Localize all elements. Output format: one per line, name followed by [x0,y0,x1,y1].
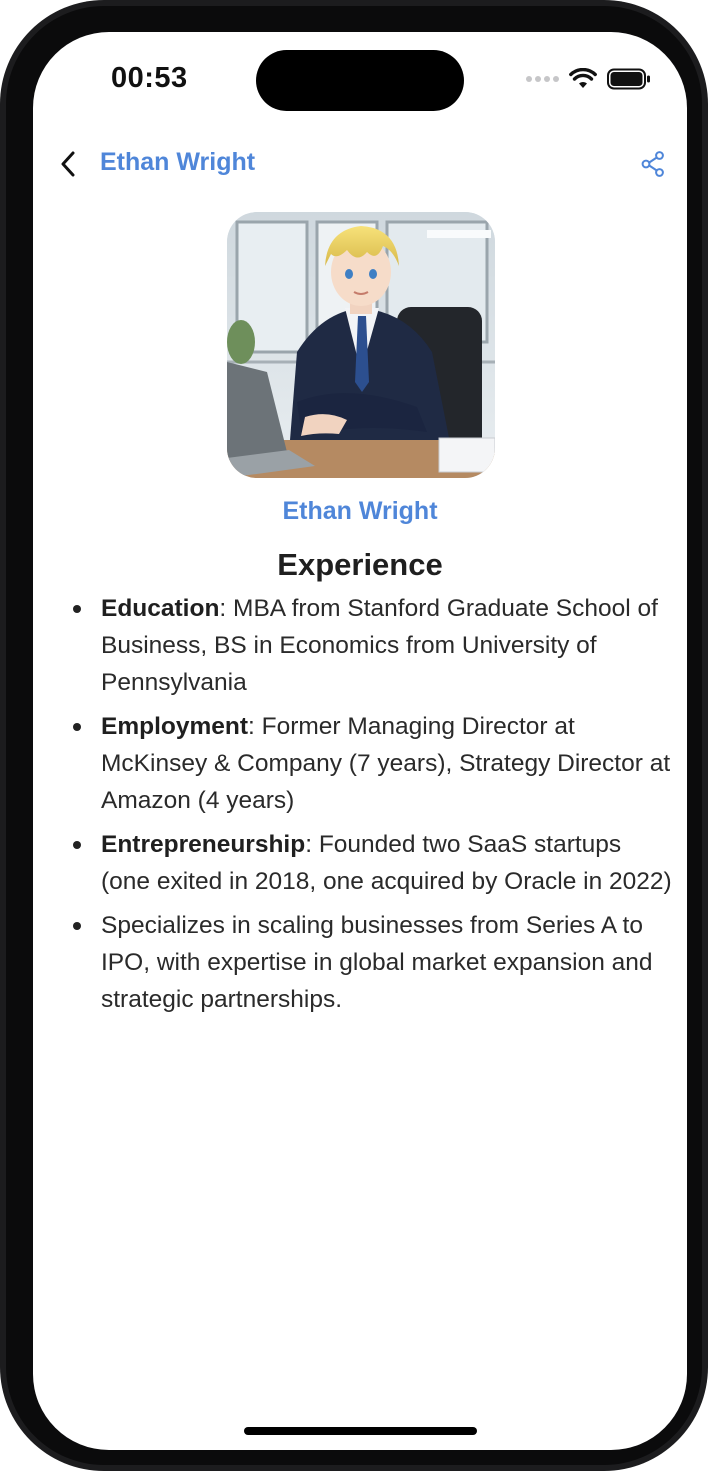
profile-photo [227,212,495,478]
nav-title: Ethan Wright [100,148,256,176]
app-screen: 00:53 Ethan Wright Ethan Wright Experien… [33,32,687,1450]
list-item: Employment: Former Managing Director at … [73,708,673,819]
dynamic-island [256,50,464,111]
profile-avatar [227,212,495,478]
bullet-icon [73,605,81,613]
back-button[interactable] [53,148,83,180]
item-label: Education [101,595,220,622]
bullet-icon [73,841,81,849]
bullet-icon [73,922,81,930]
share-button[interactable] [637,148,669,180]
item-label: Entrepreneurship [101,831,306,858]
item-label: Employment [101,713,249,740]
status-time: 00:53 [111,62,188,94]
list-item: Entrepreneurship: Founded two SaaS start… [73,826,673,900]
item-text: Specializes in scaling businesses from S… [101,912,653,1013]
cellular-dots-icon [526,76,559,82]
home-indicator[interactable] [244,1427,477,1435]
list-item: Education: MBA from Stanford Graduate Sc… [73,590,673,701]
navigation-bar: Ethan Wright [33,140,687,188]
profile-name[interactable]: Ethan Wright [33,497,687,526]
chevron-left-icon [61,151,75,177]
share-icon [641,151,664,177]
experience-heading: Experience [277,547,443,582]
battery-icon [607,68,650,90]
experience-list: Education: MBA from Stanford Graduate Sc… [73,590,673,1025]
phone-bezel: 00:53 Ethan Wright Ethan Wright Experien… [6,6,702,1465]
bullet-icon [73,723,81,731]
list-item: Specializes in scaling businesses from S… [73,907,673,1018]
wifi-icon [569,68,597,88]
phone-frame: 00:53 Ethan Wright Ethan Wright Experien… [0,0,708,1471]
status-icons [526,68,651,90]
